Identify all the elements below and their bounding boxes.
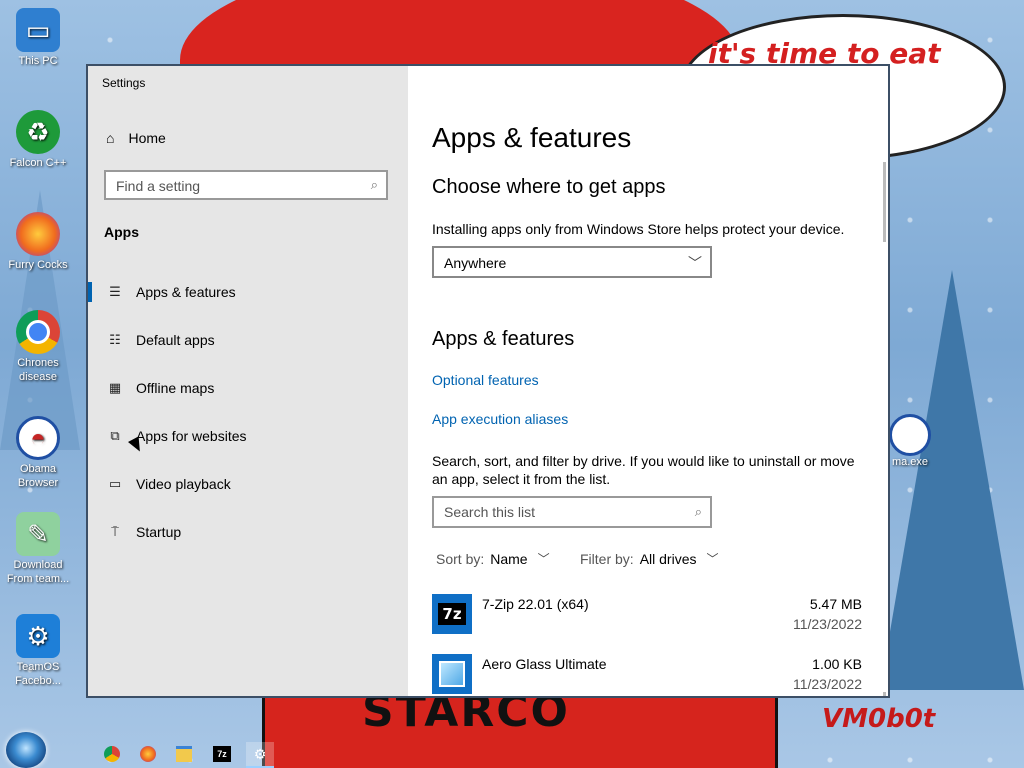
choose-apps-description: Installing apps only from Windows Store … [432,221,845,237]
obama-logo-icon [889,414,931,456]
desktop-icon-download[interactable]: ✎ Download From team... [0,512,76,586]
apps-features-icon: ☰ [109,284,121,299]
desktop-icon-chrome[interactable]: Chrones disease [0,310,76,384]
offline-maps-icon: ▦ [108,380,122,395]
optional-features-link[interactable]: Optional features [432,372,539,388]
find-setting-input[interactable]: Find a setting ⌕ [104,170,388,200]
page-title: Apps & features [432,122,632,153]
gear-icon: ⚙ [16,614,60,658]
desktop-icon-label: Furry Cocks [8,259,68,271]
scrollbar-bottom[interactable] [883,692,886,696]
settings-window: ⌂ Home Find a setting ⌕ Apps ☰ Apps & fe… [86,64,890,698]
folder-icon [176,746,192,762]
taskbar-explorer-icon[interactable] [170,742,198,766]
desktop-icon-label: This PC [18,55,58,67]
start-button[interactable] [6,732,46,768]
desktop-icon-teamos[interactable]: ⚙ TeamOS Facebo... [0,614,76,688]
7zip-icon: 7z [432,594,472,634]
nav-home[interactable]: ⌂ Home [106,130,166,146]
sidebar-item-startup[interactable]: ⍑ Startup [88,512,408,552]
apps-features-heading: Apps & features [432,328,575,350]
window-title: Settings [102,76,146,90]
settings-sidebar: ⌂ Home Find a setting ⌕ Apps ☰ Apps & fe… [88,66,408,696]
filter-by-value: All drives [639,550,697,567]
desktop-icon-obama-browser[interactable]: ◓ Obama Browser [0,416,76,490]
app-source-dropdown[interactable]: Anywhere ﹀ [432,246,712,278]
sidebar-item-label: Default apps [136,332,215,348]
desktop-icon-label: ma.exe [891,456,929,468]
sidebar-item-offline-maps[interactable]: ▦ Offline maps [88,368,408,408]
sort-by-dropdown[interactable]: Sort by: Name ﹀ [436,550,550,567]
firefox-icon [140,746,156,762]
desktop-icon-firefox[interactable]: Furry Cocks [0,212,76,272]
default-apps-icon: ☷ [109,332,121,347]
section-heading-apps: Apps [104,224,139,240]
settings-main: Apps & features Choose where to get apps… [408,66,888,696]
app-list-item[interactable]: 7z 7-Zip 22.01 (x64) 5.47 MB 11/23/2022 [432,594,862,654]
watermark-text: VM0b0t [822,704,936,734]
app-source-value: Anywhere [444,255,507,271]
search-icon: ⌕ [694,504,702,519]
desktop-icon-label: Obama Browser [17,463,59,489]
choose-apps-heading: Choose where to get apps [432,176,666,198]
app-name: Aero Glass Ultimate [482,656,607,672]
sidebar-item-default-apps[interactable]: ☷ Default apps [88,320,408,360]
desktop-icon-label: TeamOS Facebo... [15,661,61,687]
search-list-placeholder: Search this list [444,504,536,520]
sidebar-item-label: Video playback [136,476,231,492]
sidebar-item-label: Startup [136,524,182,540]
find-setting-placeholder: Find a setting [116,178,201,194]
sidebar-item-apps-features[interactable]: ☰ Apps & features [88,272,408,312]
video-playback-icon: ▭ [108,476,122,491]
app-size: 5.47 MB [809,596,862,612]
obama-logo-icon: ◓ [16,416,60,460]
sidebar-item-label: Offline maps [136,380,215,396]
firefox-icon [16,212,60,256]
gear-icon: ⚙ [253,745,267,762]
filter-by-label: Filter by: [580,550,634,567]
monitor-icon: ▭ [16,8,60,52]
sort-by-label: Sort by: [436,550,485,567]
taskbar-chrome-icon[interactable] [98,742,126,766]
desktop-icon-falcon[interactable]: ♻ Falcon C++ [0,110,76,170]
taskbar-settings-icon[interactable]: ⚙ [246,742,274,768]
sidebar-item-label: Apps for websites [136,428,247,444]
scrollbar-thumb[interactable] [883,162,886,242]
desktop-icon-this-pc[interactable]: ▭ This PC [0,8,76,68]
taskbar-firefox-icon[interactable] [134,742,162,766]
sort-by-value: Name [490,550,528,567]
app-name: 7-Zip 22.01 (x64) [482,596,589,612]
taskbar-7zip-icon[interactable]: 7z [208,742,236,766]
desktop-icon-label: Chrones disease [17,357,59,383]
nav-home-label: Home [128,130,166,146]
sidebar-item-video-playback[interactable]: ▭ Video playback [88,464,408,504]
chevron-down-icon: ﹀ [537,552,550,566]
desktop-icon-label: Download From team... [6,559,70,585]
filter-by-dropdown[interactable]: Filter by: All drives ﹀ [580,550,719,567]
app-execution-aliases-link[interactable]: App execution aliases [432,411,568,427]
search-icon: ⌕ [370,177,378,192]
chrome-icon [16,310,60,354]
chevron-down-icon: ﹀ [688,255,702,271]
apps-websites-icon: ⧉ [110,428,120,443]
home-icon: ⌂ [106,130,115,146]
app-list-item[interactable]: Aero Glass Ultimate 1.00 KB 11/23/2022 [432,654,862,696]
app-size: 1.00 KB [812,656,862,672]
recycle-icon: ♻ [16,110,60,154]
chevron-down-icon: ﹀ [706,552,719,566]
7zip-icon: 7z [213,746,231,762]
aero-glass-icon [432,654,472,694]
desktop-icon-label: Falcon C++ [9,157,67,169]
chrome-center-icon [26,320,50,344]
startup-icon: ⍑ [111,524,119,539]
search-list-input[interactable]: Search this list ⌕ [432,496,712,528]
notepad-icon: ✎ [16,512,60,556]
app-date: 11/23/2022 [792,676,862,692]
search-list-description: Search, sort, and filter by drive. If yo… [432,453,855,487]
app-date: 11/23/2022 [792,616,862,632]
sidebar-item-label: Apps & features [136,284,236,300]
chrome-icon [104,746,120,762]
tree-wallpaper-right [880,270,1024,690]
